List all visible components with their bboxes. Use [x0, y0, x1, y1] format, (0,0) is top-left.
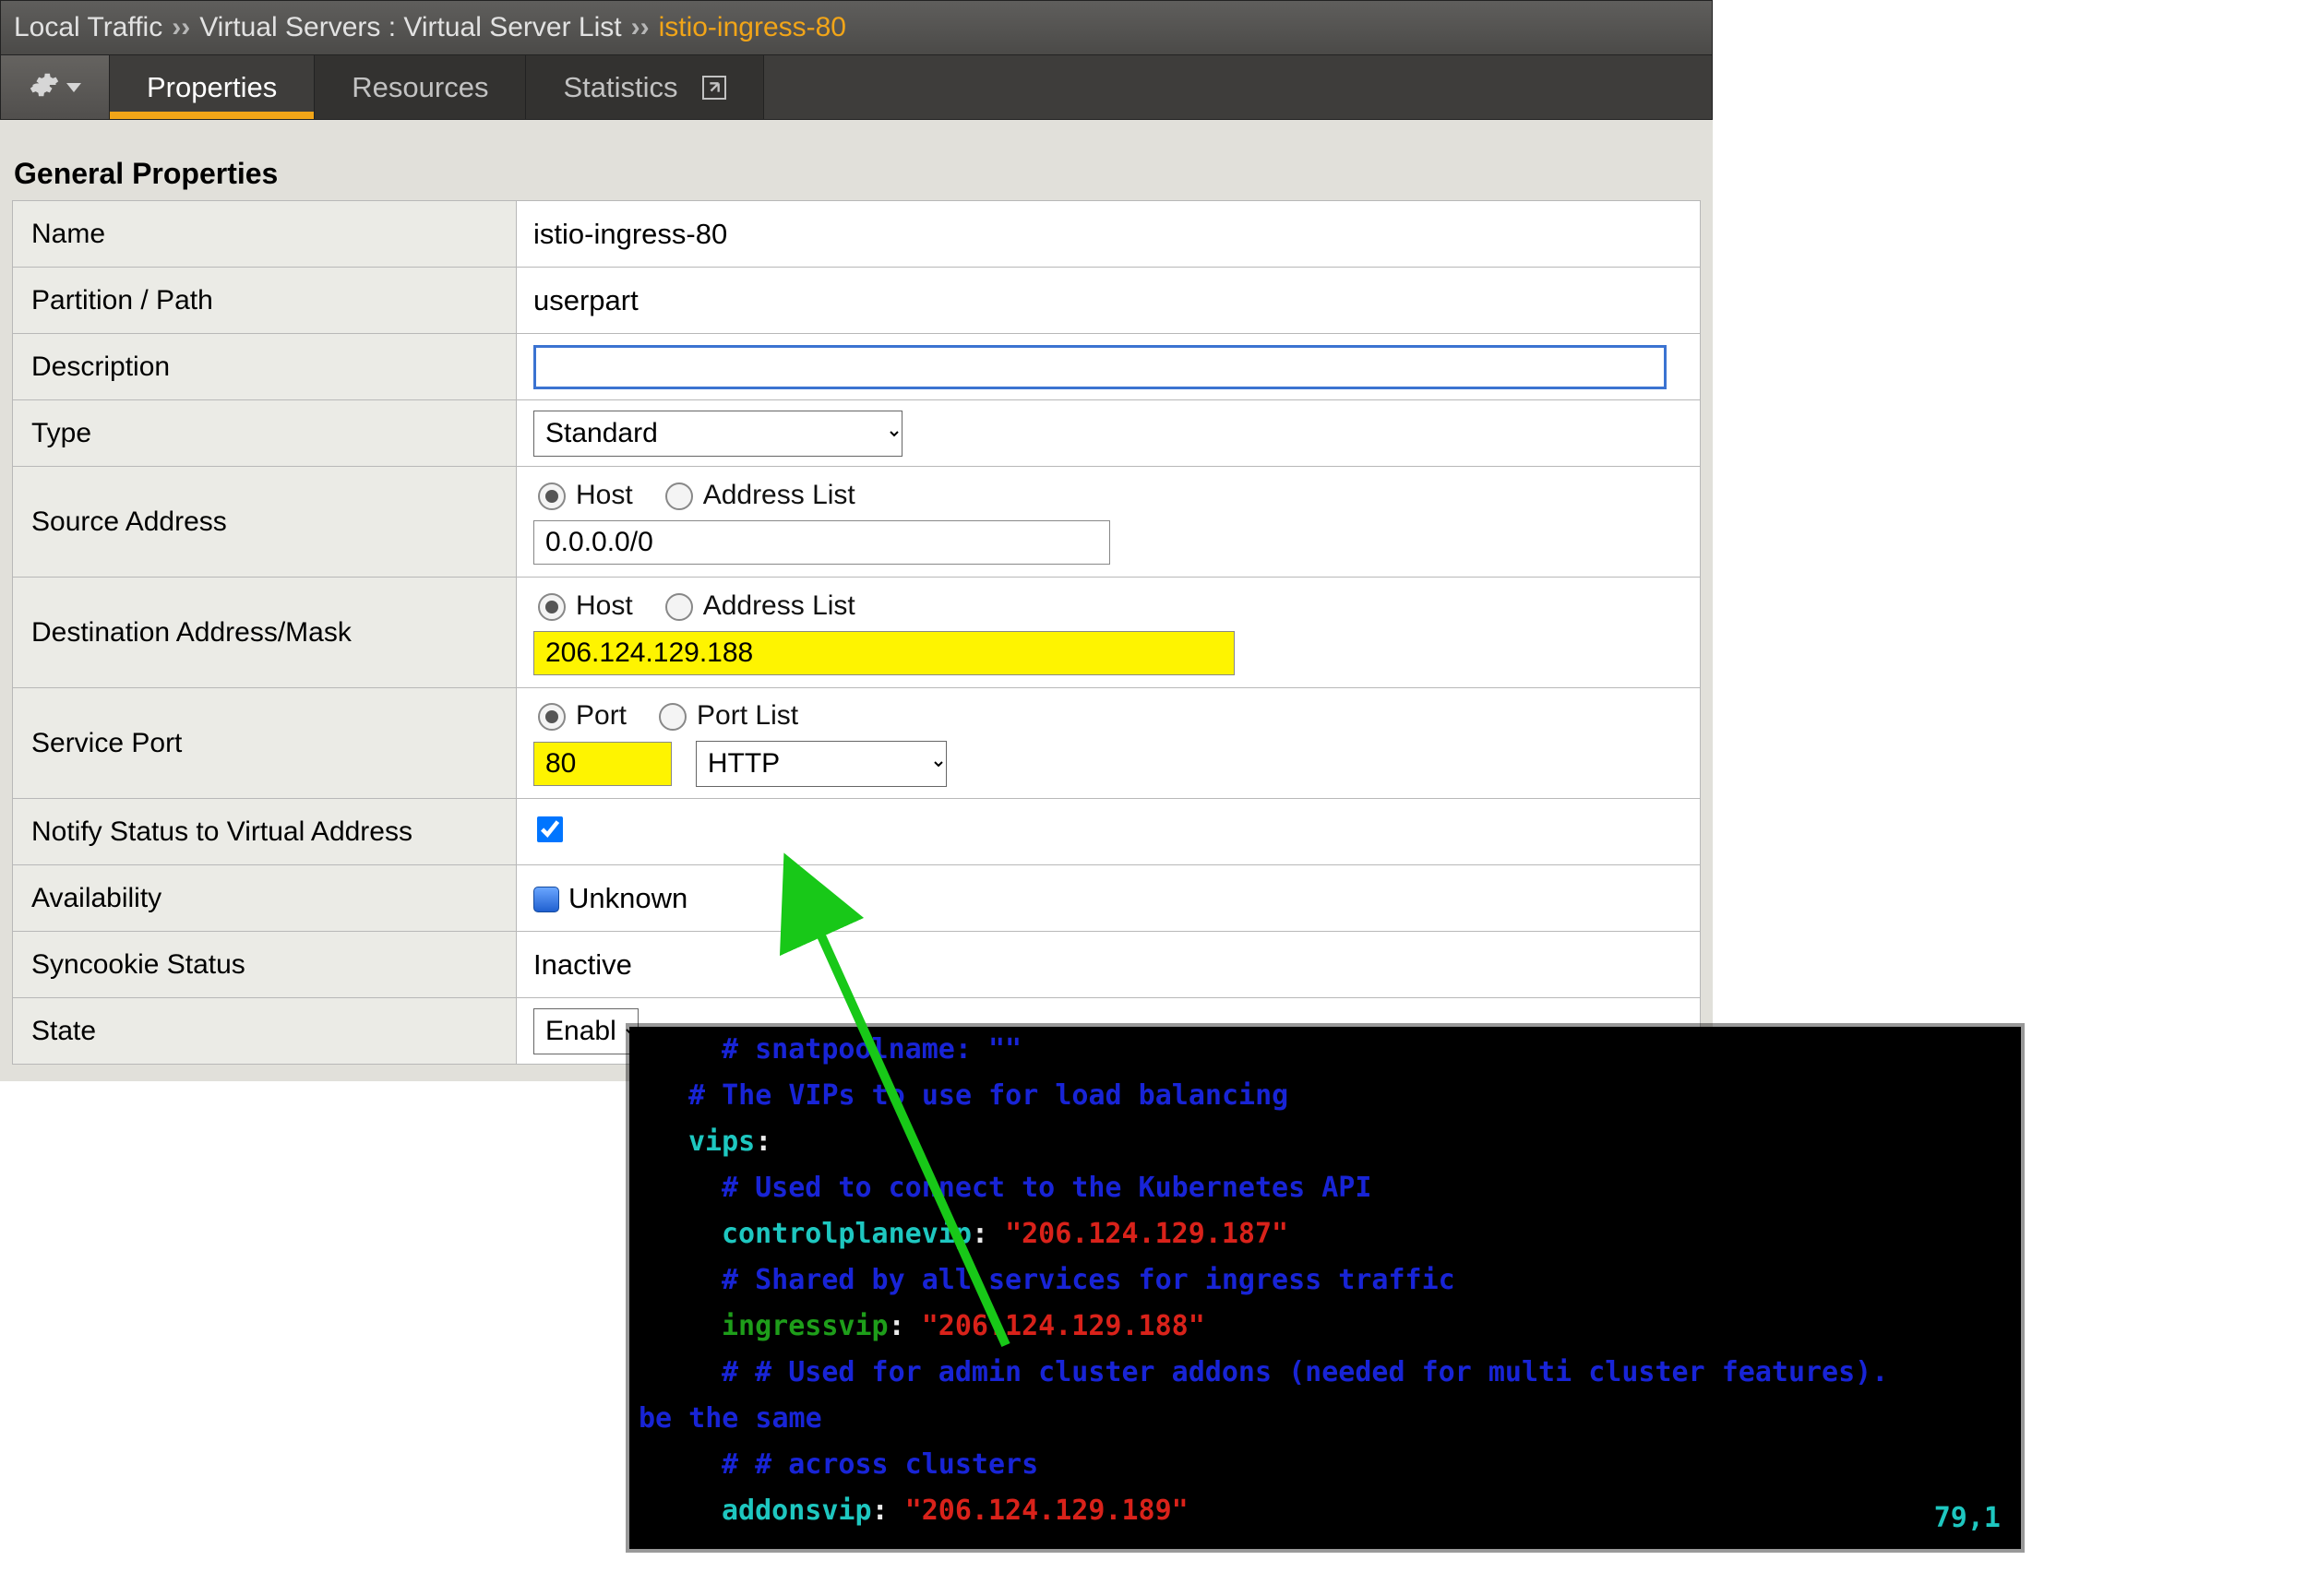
breadcrumb-current: istio-ingress-80 [659, 12, 846, 43]
status-unknown-icon [533, 887, 559, 912]
chevron-down-icon [66, 83, 81, 92]
settings-menu-button[interactable] [1, 55, 110, 119]
syncookie-label: Syncookie Status [13, 932, 517, 998]
type-select[interactable]: Standard [533, 411, 902, 457]
terminal-line: # # across clusters [639, 1442, 2012, 1488]
tab-row: Properties Resources Statistics [0, 55, 1713, 120]
availability-value: Unknown [568, 882, 687, 914]
breadcrumb-sub: Virtual Servers : Virtual Server List [199, 12, 621, 43]
terminal-line: ingressvip: "206.124.129.188" [639, 1304, 2012, 1350]
state-label: State [13, 998, 517, 1065]
config-panel: Local Traffic ›› Virtual Servers : Virtu… [0, 0, 1713, 1081]
dest-list-radio-label: Address List [703, 590, 855, 622]
tab-properties[interactable]: Properties [110, 55, 315, 119]
terminal-line: # Shared by all services for ingress tra… [639, 1257, 2012, 1304]
popout-icon [702, 76, 726, 100]
description-input[interactable] [533, 345, 1667, 389]
source-address-input[interactable] [533, 520, 1110, 565]
gear-icon [30, 70, 59, 104]
terminal-line: addonsvip: "206.124.129.189" [639, 1488, 2012, 1534]
terminal-line: be the same [639, 1396, 2012, 1442]
properties-table: Name istio-ingress-80 Partition / Path u… [12, 200, 1701, 1065]
type-label: Type [13, 400, 517, 467]
port-radio-label: Port [576, 700, 627, 732]
breadcrumb-sep-2: ›› [631, 12, 650, 43]
terminal-line: # snatpoolname: "" [639, 1027, 2012, 1073]
dest-list-radio[interactable] [665, 593, 693, 621]
description-label: Description [13, 334, 517, 400]
terminal-line: # The VIPs to use for load balancing [639, 1073, 2012, 1119]
notify-checkbox[interactable] [537, 816, 563, 842]
tab-statistics[interactable]: Statistics [526, 55, 763, 119]
terminal-line: # # Used for admin cluster addons (neede… [639, 1350, 2012, 1396]
dest-host-radio[interactable] [538, 593, 566, 621]
syncookie-value: Inactive [517, 932, 1701, 998]
terminal-line: # Used to connect to the Kubernetes API [639, 1165, 2012, 1211]
source-list-radio-label: Address List [703, 480, 855, 511]
port-protocol-select[interactable]: HTTP [696, 741, 947, 787]
terminal-line: vips: [639, 1119, 2012, 1165]
dest-address-input[interactable] [533, 631, 1235, 675]
portlist-radio[interactable] [659, 703, 687, 731]
partition-label: Partition / Path [13, 268, 517, 334]
port-label: Service Port [13, 688, 517, 799]
partition-value: userpart [517, 268, 1701, 334]
breadcrumb-section: Local Traffic [14, 12, 162, 43]
source-list-radio[interactable] [665, 482, 693, 510]
state-select[interactable]: Enabled [533, 1008, 639, 1054]
dest-label: Destination Address/Mask [13, 578, 517, 688]
general-properties-section: General Properties Name istio-ingress-80… [0, 120, 1713, 1081]
notify-label: Notify Status to Virtual Address [13, 799, 517, 865]
tab-resources[interactable]: Resources [315, 55, 526, 119]
breadcrumb-sep-1: ›› [172, 12, 190, 43]
source-host-radio[interactable] [538, 482, 566, 510]
availability-label: Availability [13, 865, 517, 932]
dest-host-radio-label: Host [576, 590, 633, 622]
port-radio[interactable] [538, 703, 566, 731]
tab-statistics-label: Statistics [563, 71, 677, 104]
breadcrumb-bar: Local Traffic ›› Virtual Servers : Virtu… [0, 0, 1713, 55]
name-label: Name [13, 201, 517, 268]
terminal-line: controlplanevip: "206.124.129.187" [639, 1211, 2012, 1257]
terminal-window: # snatpoolname: "" # The VIPs to use for… [629, 1027, 2021, 1549]
cursor-position: 79,1 [1934, 1495, 2001, 1542]
source-label: Source Address [13, 467, 517, 578]
port-input[interactable] [533, 742, 672, 786]
source-host-radio-label: Host [576, 480, 633, 511]
section-title: General Properties [14, 157, 1701, 191]
name-value: istio-ingress-80 [517, 201, 1701, 268]
portlist-radio-label: Port List [697, 700, 798, 732]
